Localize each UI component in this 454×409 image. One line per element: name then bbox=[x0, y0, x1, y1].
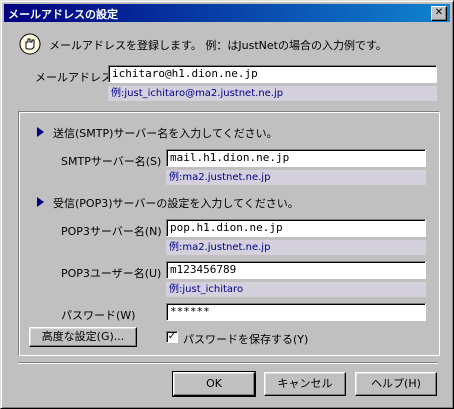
arrow-right-icon bbox=[37, 127, 44, 137]
dialog-window: メールアドレスの設定 ✕ メールアドレスを登録します。 例：はJustNetの場… bbox=[0, 0, 454, 409]
password-field[interactable]: ****** bbox=[166, 303, 426, 321]
intro-text: メールアドレスを登録します。 例：はJustNetの場合の入力例です。 bbox=[49, 39, 387, 52]
pop3-heading: 受信(POP3)サーバーの設定を入力してください。 bbox=[53, 197, 299, 210]
save-password-checkbox[interactable]: ✓ bbox=[166, 331, 178, 343]
pop3-user-label: POP3ユーザー名(U) bbox=[61, 267, 162, 280]
close-icon: ✕ bbox=[434, 7, 444, 18]
pop3-server-label: POP3サーバー名(N) bbox=[61, 225, 162, 238]
pop3-user-field[interactable]: m123456789 bbox=[166, 261, 426, 279]
smtp-example: 例:ma2.justnet.ne.jp bbox=[166, 170, 426, 185]
divider bbox=[18, 362, 438, 364]
pop3-server-example: 例:ma2.justnet.ne.jp bbox=[166, 240, 426, 255]
smtp-server-field[interactable]: mail.h1.dion.ne.jp bbox=[166, 149, 426, 167]
email-field[interactable]: ichitaro@h1.dion.ne.jp bbox=[108, 65, 437, 83]
password-label: パスワード(W) bbox=[61, 309, 136, 322]
cancel-button[interactable]: キャンセル bbox=[264, 372, 346, 396]
email-example: 例:just_ichitaro@ma2.justnet.ne.jp bbox=[108, 86, 437, 101]
close-button[interactable]: ✕ bbox=[431, 6, 447, 21]
pop3-user-example: 例:just_ichitaro bbox=[166, 282, 426, 297]
advanced-settings-button[interactable]: 高度な設定(G)... bbox=[29, 327, 137, 347]
smtp-heading: 送信(SMTP)サーバー名を入力してください。 bbox=[53, 127, 278, 140]
help-button[interactable]: ヘルプ(H) bbox=[355, 372, 437, 396]
smtp-label: SMTPサーバー名(S) bbox=[61, 155, 162, 168]
title-bar[interactable]: メールアドレスの設定 ✕ bbox=[4, 4, 450, 22]
arrow-right-icon bbox=[37, 197, 44, 207]
hand-info-icon bbox=[19, 33, 41, 55]
ok-button[interactable]: OK bbox=[172, 371, 256, 397]
window-title: メールアドレスの設定 bbox=[8, 8, 118, 21]
pop3-server-field[interactable]: pop.h1.dion.ne.jp bbox=[166, 219, 426, 237]
save-password-label: パスワードを保存する(Y) bbox=[183, 333, 309, 346]
